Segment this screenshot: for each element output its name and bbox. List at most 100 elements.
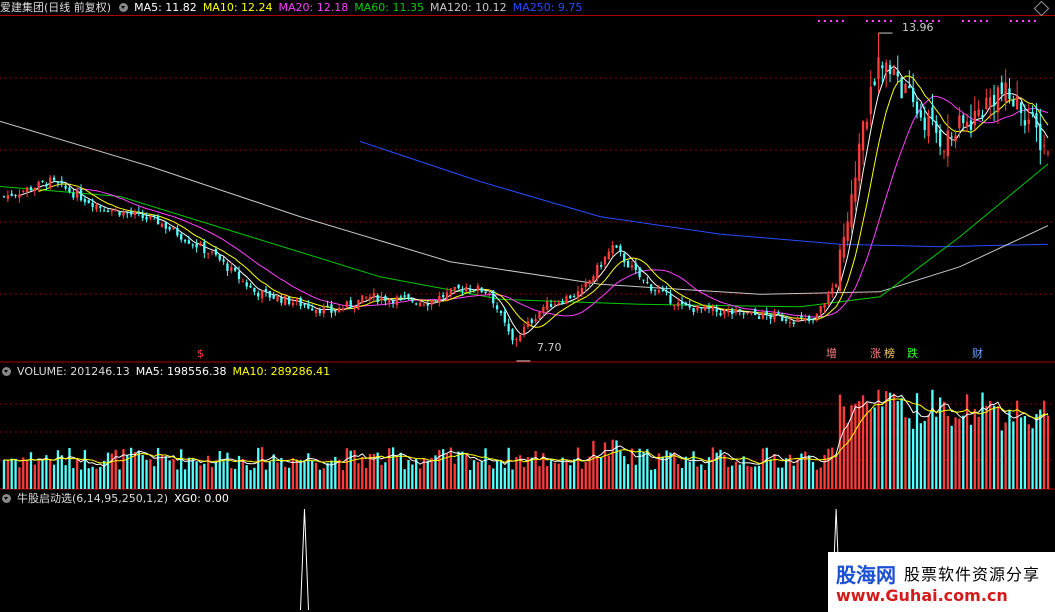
volume-bar (76, 459, 79, 489)
volume-bar (10, 458, 13, 489)
volume-bar (754, 466, 757, 489)
signal-dot (872, 20, 874, 22)
candle-body (99, 206, 102, 208)
candle-body (299, 297, 302, 307)
volume-bar (580, 468, 584, 489)
volume-bar (268, 461, 271, 489)
volume-bar (233, 468, 237, 489)
candle-body (391, 300, 395, 304)
candle-body (353, 306, 356, 309)
volume-bar (827, 448, 830, 489)
candle-body (1046, 152, 1050, 154)
volume-bar (869, 409, 872, 489)
ma5-value: MA5: 11.82 (134, 1, 197, 14)
event-marker-increase[interactable]: 增 (826, 347, 837, 361)
candle-body (684, 302, 688, 306)
volume-bar (638, 448, 641, 489)
candle-body (1012, 99, 1015, 107)
candle-body (199, 243, 202, 246)
volume-bar (989, 400, 992, 489)
candle-body (160, 223, 164, 227)
candle-body (711, 306, 714, 311)
volume-bar (796, 459, 799, 489)
ma250-value: MA250: 9.75 (512, 1, 583, 14)
event-marker-dividend[interactable]: $ (197, 347, 204, 361)
dropdown-icon[interactable] (2, 494, 11, 503)
volume-bar (91, 466, 94, 489)
candle-body (888, 65, 892, 74)
candle-body (272, 295, 275, 299)
volume-bar (727, 466, 730, 489)
candle-body (865, 121, 869, 129)
candle-body (395, 296, 399, 305)
volume-bar (1023, 416, 1027, 489)
candle-body (634, 263, 637, 270)
volume-bar (572, 459, 576, 489)
candle-body (507, 323, 510, 332)
dropdown-icon[interactable] (2, 367, 11, 376)
volume-bar (711, 447, 714, 489)
candle-body (195, 243, 198, 248)
volume-bar (137, 450, 140, 489)
volume-bar (599, 457, 603, 489)
candle-body (465, 287, 468, 292)
candle-body (415, 303, 418, 305)
volume-bar (68, 448, 71, 489)
event-marker-limit-up[interactable]: 涨 (870, 347, 881, 361)
candle-body (892, 69, 896, 76)
candle-body (942, 151, 946, 153)
volume-bar (503, 467, 506, 489)
volume-bar (415, 458, 418, 489)
candle-body (284, 295, 287, 306)
candle-body (388, 299, 391, 303)
volume-bar (260, 447, 264, 489)
candle-body (457, 284, 460, 289)
volume-bar (183, 469, 187, 489)
dropdown-icon[interactable] (119, 3, 129, 12)
stock-chart[interactable] (0, 0, 1055, 612)
volume-bar (1027, 424, 1030, 489)
candle-body (376, 295, 379, 302)
candle-body (796, 317, 799, 322)
volume-bar (938, 397, 942, 489)
event-marker-finance[interactable]: 财 (972, 347, 983, 361)
candle-body (442, 295, 445, 298)
volume-bar (1012, 421, 1015, 489)
volume-bar (411, 464, 414, 489)
candle-body (769, 314, 772, 319)
volume-bar (931, 389, 934, 489)
volume-bar (476, 461, 480, 489)
candle-body (854, 177, 857, 202)
candle-body (87, 200, 90, 204)
candle-body (22, 190, 25, 192)
candle-body (476, 285, 480, 291)
candle-body (226, 263, 229, 271)
volume-bar (854, 403, 857, 489)
candle-body (326, 305, 329, 307)
candle-body (372, 293, 375, 298)
ma10-line (38, 75, 1049, 328)
signal-dot (938, 20, 940, 22)
low-price-label: 7.70 (537, 341, 562, 354)
candle-body (719, 313, 722, 316)
volume-bar (110, 453, 114, 489)
candle-body (765, 311, 768, 316)
candle-body (557, 302, 560, 304)
candle-body (677, 302, 680, 307)
candle-body (257, 292, 260, 297)
volume-bar (426, 460, 429, 489)
candle-body (815, 313, 819, 319)
candle-body (118, 211, 121, 216)
volume-bar (37, 460, 40, 489)
volume-bar (750, 466, 753, 489)
event-marker-list[interactable]: 榜 (884, 347, 895, 361)
price-panel-header: 爱建集团(日线 前复权) MA5: 11.82 MA10: 12.24 MA20: 1… (0, 0, 588, 16)
volume-bar (118, 469, 121, 489)
volume-bar (915, 393, 919, 489)
volume-bar (52, 464, 56, 489)
candle-body (969, 120, 973, 130)
event-marker-drop[interactable]: 跌 (907, 347, 918, 361)
candle-body (203, 242, 206, 253)
volume-bar (29, 452, 33, 489)
volume-bar (942, 401, 946, 489)
